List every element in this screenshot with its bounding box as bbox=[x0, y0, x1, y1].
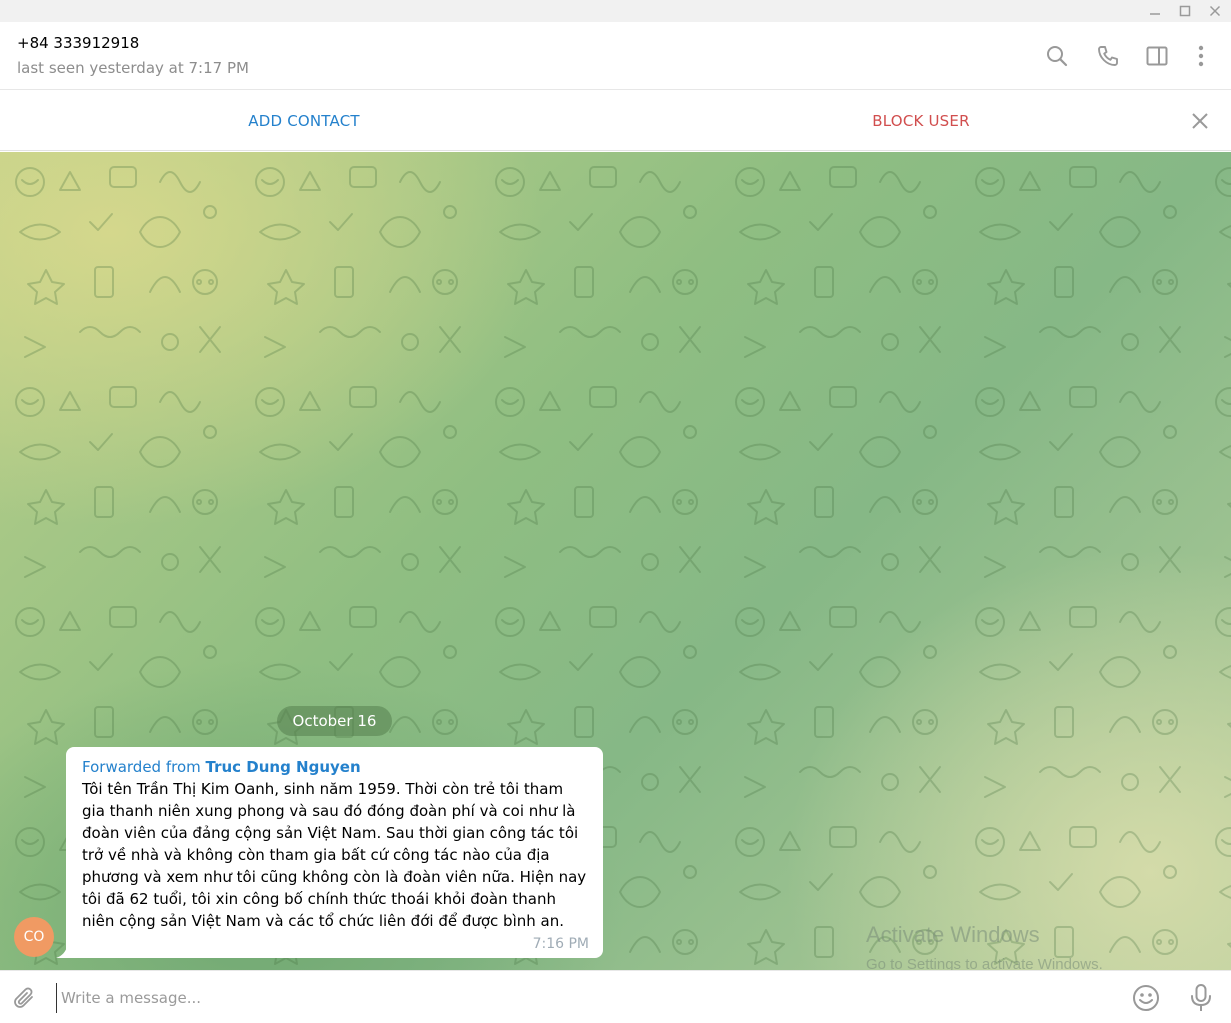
message-input[interactable] bbox=[56, 983, 1106, 1013]
emoji-button[interactable] bbox=[1132, 984, 1160, 1012]
forwarded-header[interactable]: Forwarded from Truc Dung Nguyen bbox=[82, 757, 587, 777]
paperclip-icon bbox=[14, 987, 33, 1008]
search-icon bbox=[1047, 46, 1068, 67]
search-button[interactable] bbox=[1043, 42, 1071, 70]
minimize-button[interactable] bbox=[1140, 0, 1170, 22]
more-options-button[interactable] bbox=[1187, 42, 1215, 70]
peer-name[interactable]: +84 333912918 bbox=[17, 34, 139, 52]
forwarded-prefix: Forwarded from bbox=[82, 758, 206, 776]
forwarded-from-name[interactable]: Truc Dung Nguyen bbox=[206, 758, 361, 776]
add-contact-button[interactable]: ADD CONTACT bbox=[0, 91, 608, 151]
window-close-button[interactable] bbox=[1200, 0, 1230, 22]
attach-button[interactable] bbox=[11, 985, 39, 1013]
minimize-icon bbox=[1150, 13, 1160, 15]
close-action-bar-button[interactable] bbox=[1186, 107, 1214, 135]
window-titlebar bbox=[0, 0, 1231, 22]
microphone-icon bbox=[1191, 984, 1211, 1011]
maximize-button[interactable] bbox=[1170, 0, 1200, 22]
more-vertical-icon bbox=[1198, 45, 1204, 67]
chat-header: +84 333912918 last seen yesterday at 7:1… bbox=[0, 22, 1231, 90]
emoji-icon bbox=[1133, 985, 1159, 1011]
maximize-icon bbox=[1179, 5, 1191, 17]
close-icon bbox=[1192, 113, 1208, 129]
date-separator: October 16 bbox=[277, 706, 392, 736]
peer-last-seen: last seen yesterday at 7:17 PM bbox=[17, 59, 249, 77]
chat-history[interactable]: October 16 Forwarded from Truc Dung Nguy… bbox=[0, 152, 1231, 970]
message-time: 7:16 PM bbox=[532, 936, 589, 952]
message-composer bbox=[0, 970, 1231, 1023]
activate-windows-title: Activate Windows bbox=[866, 922, 1040, 947]
block-user-button[interactable]: BLOCK USER bbox=[608, 91, 1231, 151]
window-close-icon bbox=[1209, 5, 1221, 17]
phone-icon bbox=[1098, 46, 1118, 66]
message-text: Tôi tên Trần Thị Kim Oanh, sinh năm 1959… bbox=[82, 780, 587, 930]
sidebar-toggle-icon bbox=[1146, 46, 1168, 66]
contact-action-bar: ADD CONTACT BLOCK USER bbox=[0, 91, 1231, 151]
avatar[interactable]: CO bbox=[14, 917, 54, 957]
activate-windows-subtitle: Go to Settings to activate Windows. bbox=[866, 956, 1103, 970]
message-bubble[interactable]: Forwarded from Truc Dung Nguyen Tôi tên … bbox=[66, 747, 603, 958]
voice-record-button[interactable] bbox=[1187, 983, 1215, 1013]
toggle-sidebar-button[interactable] bbox=[1143, 42, 1171, 70]
call-button[interactable] bbox=[1094, 42, 1122, 70]
